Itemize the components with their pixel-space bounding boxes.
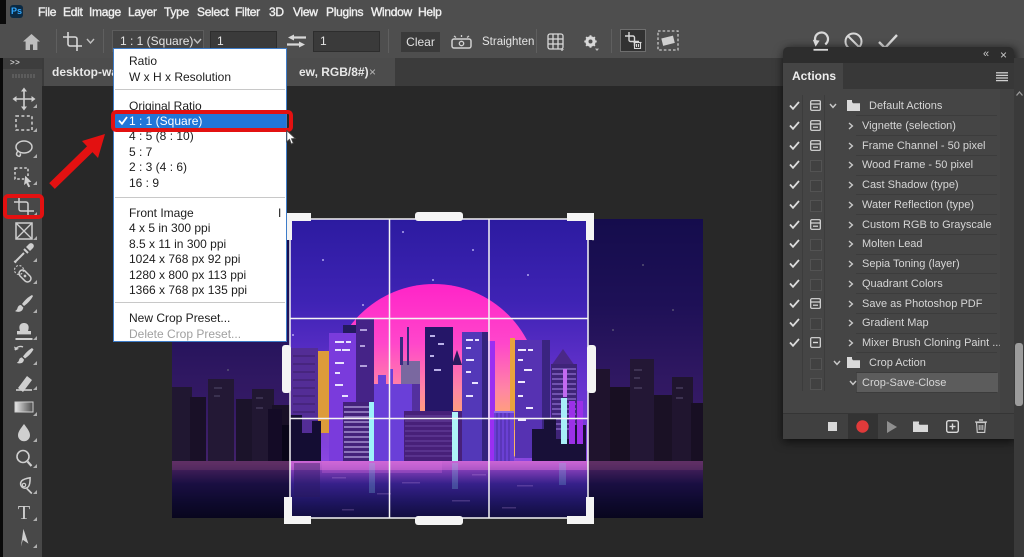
svg-text:T: T <box>18 502 30 524</box>
